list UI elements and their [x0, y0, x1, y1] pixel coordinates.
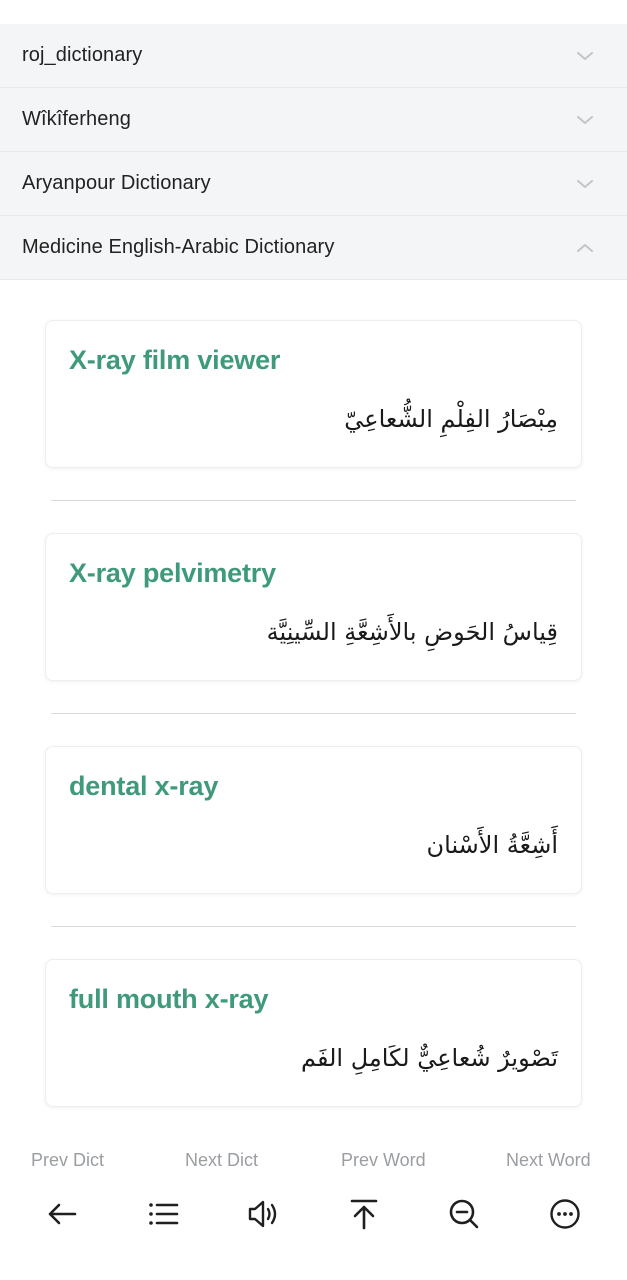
chevron-down-icon	[575, 174, 595, 194]
entry-card[interactable]: dental x-ray أَشِعَّةُ الأَسْنان	[45, 746, 582, 894]
entry-card[interactable]: X-ray pelvimetry قِياسُ الحَوضِ بالأَشِع…	[45, 533, 582, 681]
entry-definition: قِياسُ الحَوضِ بالأَشِعَّةِ السِّينِيَّة	[266, 618, 558, 646]
dict-row-aryanpour[interactable]: Aryanpour Dictionary	[0, 152, 627, 216]
chevron-down-icon	[575, 110, 595, 130]
prev-word-button[interactable]: Prev Word	[341, 1150, 426, 1171]
entry-term: X-ray film viewer	[69, 345, 281, 375]
speaker-icon[interactable]	[245, 1196, 281, 1232]
search-zoom-icon[interactable]	[446, 1196, 482, 1232]
entry-definition: مِبْصَارُ الفِلْمِ الشُّعاعِيّ	[344, 405, 558, 433]
prev-dict-button[interactable]: Prev Dict	[31, 1150, 104, 1171]
entry-term: full mouth x-ray	[69, 984, 269, 1014]
next-dict-button[interactable]: Next Dict	[185, 1150, 258, 1171]
back-arrow-icon[interactable]	[44, 1196, 80, 1232]
entry-definition: أَشِعَّةُ الأَسْنان	[426, 831, 559, 859]
dict-row-wikiferheng[interactable]: Wîkîferheng	[0, 88, 627, 152]
dict-label: roj_dictionary	[22, 44, 143, 66]
scroll-to-top-icon[interactable]	[346, 1196, 382, 1232]
entry-term: dental x-ray	[69, 771, 219, 801]
entries-list: X-ray film viewer مِبْصَارُ الفِلْمِ الش…	[0, 280, 627, 1107]
nav-icons	[0, 1196, 627, 1236]
more-icon[interactable]	[547, 1196, 583, 1232]
dict-label: Wîkîferheng	[22, 108, 131, 130]
chevron-down-icon	[575, 46, 595, 66]
chevron-up-icon	[575, 238, 595, 258]
entry-term: X-ray pelvimetry	[69, 558, 276, 588]
dict-label: Aryanpour Dictionary	[22, 172, 211, 194]
nav-labels: Prev Dict Next Dict Prev Word Next Word	[0, 1150, 627, 1174]
dict-row-roj[interactable]: roj_dictionary	[0, 24, 627, 88]
entry-card[interactable]: full mouth x-ray تَصْويرٌ شُعاعِيٌّ لكَا…	[45, 959, 582, 1107]
list-icon[interactable]	[145, 1196, 181, 1232]
divider	[51, 713, 576, 714]
next-word-button[interactable]: Next Word	[506, 1150, 591, 1171]
entry-card[interactable]: X-ray film viewer مِبْصَارُ الفِلْمِ الش…	[45, 320, 582, 468]
divider	[51, 500, 576, 501]
dict-label: Medicine English-Arabic Dictionary	[22, 236, 335, 258]
dict-row-medicine[interactable]: Medicine English-Arabic Dictionary	[0, 216, 627, 280]
divider	[51, 926, 576, 927]
entry-definition: تَصْويرٌ شُعاعِيٌّ لكَامِلِ الفَم	[300, 1044, 558, 1072]
top-spacer	[0, 0, 627, 24]
dictionary-accordion: roj_dictionary Wîkîferheng Aryanpour Dic…	[0, 24, 627, 280]
bottom-toolbar: Prev Dict Next Dict Prev Word Next Word	[0, 1130, 627, 1280]
